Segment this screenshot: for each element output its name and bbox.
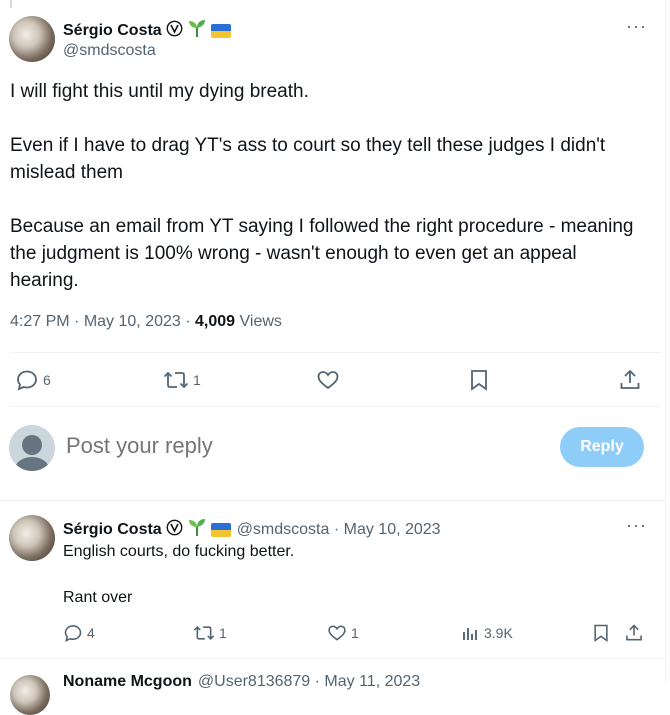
meta-separator: · [329, 520, 344, 538]
ukraine-flag-icon [210, 522, 231, 537]
reply-action[interactable]: 6 [15, 368, 51, 392]
tweet-date[interactable]: May 11, 2023 [324, 673, 420, 691]
tweet-paragraph: Even if I have to drag YT's ass to court… [10, 135, 606, 183]
repost-action[interactable]: 1 [193, 623, 227, 643]
default-avatar [9, 425, 55, 471]
section-divider [0, 658, 666, 659]
section-divider [0, 500, 666, 501]
reply-count: 4 [87, 625, 95, 641]
author-name[interactable]: Sérgio Costa [63, 521, 162, 539]
tweet-paragraph: Because an email from YT saying I follow… [10, 216, 634, 291]
repost-action[interactable]: 1 [163, 368, 201, 392]
repost-icon [163, 371, 189, 389]
reply-button[interactable]: Reply [560, 427, 644, 467]
reply-icon [64, 625, 82, 642]
bookmark-action[interactable] [591, 623, 611, 643]
divider [10, 406, 661, 407]
verified-icon [166, 20, 183, 42]
thread-line [10, 0, 12, 8]
tweet-meta: 4:27 PM · May 10, 2023 · 4,009 Views [10, 313, 282, 331]
author-handle[interactable]: @smdscosta [237, 521, 330, 539]
sprout-icon [187, 18, 207, 43]
tweet-date[interactable]: May 10, 2023 [344, 521, 441, 539]
handle-row: @smdscosta [63, 42, 156, 60]
reply-author-row: Sérgio Costa @smdscosta · May 10, 2023 [63, 517, 441, 542]
author-name[interactable]: Noname Mcgoon [63, 673, 192, 691]
reply-icon [17, 370, 37, 391]
tweet-date[interactable]: May 10, 2023 [84, 313, 181, 330]
more-options-icon[interactable]: ··· [626, 515, 647, 536]
meta-separator: · [310, 673, 325, 690]
heart-icon [328, 625, 346, 641]
repost-icon [193, 626, 215, 640]
repost-count: 1 [219, 625, 227, 641]
author-handle[interactable]: @User8136879 [198, 673, 310, 691]
bookmark-icon [594, 624, 608, 643]
ukraine-flag-icon [210, 23, 231, 38]
author-name[interactable]: Sérgio Costa [63, 22, 162, 40]
avatar[interactable] [9, 515, 55, 561]
like-action[interactable]: 1 [327, 623, 359, 643]
views-count: 3.9K [484, 625, 513, 641]
share-icon [620, 369, 640, 389]
tweet-time[interactable]: 4:27 PM [10, 313, 70, 330]
meta-separator: · [74, 313, 84, 330]
bookmark-action[interactable] [468, 368, 490, 392]
repost-count: 1 [193, 372, 201, 388]
author-handle[interactable]: @smdscosta [63, 42, 156, 60]
sprout-icon [187, 517, 207, 542]
next-author-row: Noname Mcgoon @User8136879 · May 11, 202… [63, 673, 420, 691]
meta-separator: · [185, 313, 196, 330]
divider [10, 352, 661, 353]
share-action[interactable] [624, 623, 644, 643]
more-options-icon[interactable]: ··· [626, 16, 647, 37]
views-count: 4,009 [195, 313, 236, 330]
analytics-icon [463, 628, 477, 640]
column-border [665, 0, 666, 682]
heart-icon [317, 371, 339, 390]
verified-icon [166, 519, 183, 541]
reply-count: 6 [43, 372, 51, 388]
tweet-paragraph: I will fight this until my dying breath. [10, 81, 309, 102]
bookmark-icon [471, 370, 487, 391]
reply-text: English courts, do fucking better. [63, 543, 295, 560]
share-action[interactable] [618, 368, 642, 392]
views-action[interactable]: 3.9K [460, 623, 513, 643]
reply-action[interactable]: 4 [63, 623, 95, 643]
avatar[interactable] [9, 16, 55, 62]
reply-input[interactable] [66, 433, 516, 459]
avatar[interactable] [10, 675, 50, 715]
tweet-body: I will fight this until my dying breath.… [10, 78, 650, 321]
reply-text: Rant over [63, 589, 133, 606]
share-icon [626, 624, 642, 641]
like-count: 1 [351, 625, 359, 641]
author-row: Sérgio Costa [63, 18, 231, 43]
views-label: Views [239, 313, 282, 330]
like-action[interactable] [316, 368, 340, 392]
